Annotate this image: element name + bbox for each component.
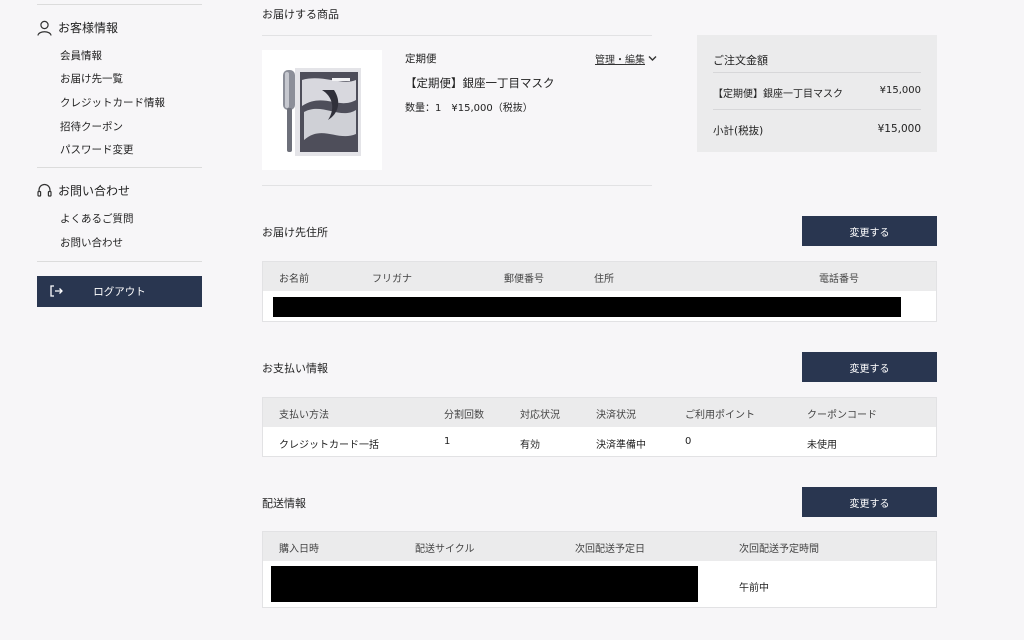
payment-header-method: 支払い方法 [279,410,329,421]
address-header-name: お名前 [279,274,309,285]
products-divider-bottom [262,185,652,186]
sidebar-divider-top [37,4,202,5]
payment-header-settlement: 決済状況 [596,410,636,421]
shipping-header-purchase-date: 購入日時 [279,544,319,555]
payment-header-points: ご利用ポイント [685,410,755,421]
payment-cell-settlement: 決済準備中 [596,440,646,451]
contact-heading-label: お問い合わせ [58,184,131,198]
order-summary-item-name: 【定期便】銀座一丁目マスク [713,89,843,100]
customer-info-heading-label: お客様情報 [58,21,119,35]
order-summary-divider-1 [713,72,921,73]
payment-header-installments: 分割回数 [444,410,484,421]
sidebar-link-credit-card[interactable]: クレジットカード情報 [60,95,165,110]
payment-cell-installments: 1 [444,436,451,447]
sidebar-link-delivery-list[interactable]: お届け先一覧 [60,71,123,86]
sidebar-link-member-info[interactable]: 会員情報 [60,48,102,63]
product-photo [262,50,382,170]
payment-table: 支払い方法 分割回数 対応状況 決済状況 ご利用ポイント クーポンコード クレジ… [262,397,937,457]
product-name: 【定期便】銀座一丁目マスク [405,76,555,90]
customer-info-heading: お客様情報 [37,19,118,36]
sidebar-link-invite-coupon[interactable]: 招待クーポン [60,119,123,134]
products-divider-top [262,35,652,36]
address-redacted-row [273,297,901,317]
payment-change-button[interactable]: 変更する [802,352,937,382]
payment-header-coupon: クーポンコード [807,410,877,421]
address-header-address: 住所 [594,274,614,285]
payment-section-title: お支払い情報 [262,362,328,375]
shipping-section-title: 配送情報 [262,497,306,510]
payment-cell-status: 有効 [520,440,540,451]
payment-cell-method: クレジットカード一括 [279,440,379,451]
sidebar-divider-bottom [37,261,202,262]
headset-icon [37,183,52,197]
manage-edit-label: 管理・編集 [595,55,645,66]
contact-heading: お問い合わせ [37,182,130,199]
logout-button[interactable]: ログアウト [37,276,202,307]
sidebar-link-password-change[interactable]: パスワード変更 [60,142,134,157]
shipping-change-button[interactable]: 変更する [802,487,937,517]
product-image [262,50,382,170]
order-summary-subtotal-label: 小計(税抜) [713,125,764,137]
address-table: お名前 フリガナ 郵便番号 住所 電話番号 [262,261,937,322]
address-header-furigana: フリガナ [372,274,412,285]
order-summary-subtotal-value: ¥15,000 [877,123,921,135]
product-type: 定期便 [405,53,437,65]
shipping-header-next-date: 次回配送予定日 [575,544,645,555]
user-icon [37,20,52,36]
logout-label: ログアウト [93,286,146,298]
address-header-postal: 郵便番号 [504,274,544,285]
order-summary-box: ご注文金額 【定期便】銀座一丁目マスク ¥15,000 小計(税抜) ¥15,0… [697,35,937,152]
payment-cell-coupon: 未使用 [807,440,837,451]
shipping-header-cycle: 配送サイクル [415,544,475,555]
sidebar-link-faq[interactable]: よくあるご質問 [60,211,134,226]
address-header-phone: 電話番号 [819,274,859,285]
payment-cell-points: 0 [685,436,692,447]
shipping-table: 購入日時 配送サイクル 次回配送予定日 次回配送予定時間 午前中 [262,531,937,608]
address-change-button[interactable]: 変更する [802,216,937,246]
order-summary-title: ご注文金額 [713,54,768,67]
logout-icon [50,285,63,297]
address-section-title: お届け先住所 [262,226,328,239]
chevron-down-icon [648,56,657,61]
payment-header-status: 対応状況 [520,410,560,421]
manage-edit-link[interactable]: 管理・編集 [595,51,657,66]
product-qty-price: 数量：1 ¥15,000（税抜） [405,103,533,114]
order-summary-item-price: ¥15,000 [879,85,921,96]
products-section-title: お届けする商品 [262,8,339,21]
shipping-redacted-cells [271,566,698,602]
sidebar-link-contact[interactable]: お問い合わせ [60,235,123,250]
shipping-header-next-time: 次回配送予定時間 [739,544,819,555]
order-summary-divider-2 [713,109,921,110]
shipping-cell-next-time: 午前中 [739,583,769,594]
sidebar-divider-mid [37,167,202,168]
